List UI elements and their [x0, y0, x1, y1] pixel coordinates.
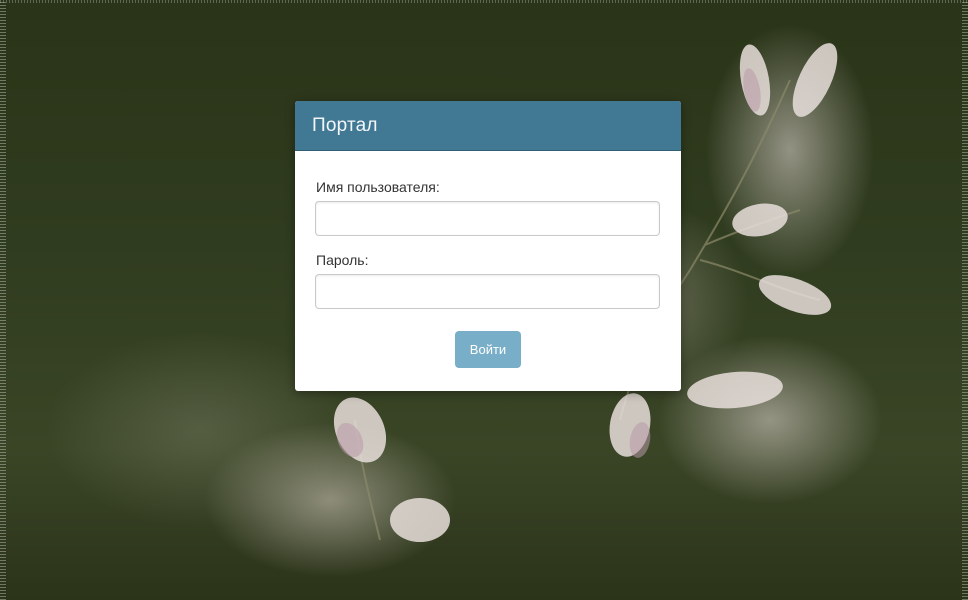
login-header: Портал — [295, 101, 681, 151]
username-group: Имя пользователя: — [315, 179, 661, 236]
login-button[interactable]: Войти — [455, 331, 521, 368]
right-border-pattern — [962, 0, 968, 600]
login-title: Портал — [312, 114, 378, 136]
top-border-pattern — [0, 0, 968, 3]
password-input[interactable] — [315, 274, 660, 309]
login-form: Имя пользователя: Пароль: Войти — [295, 151, 681, 368]
username-label: Имя пользователя: — [316, 179, 440, 195]
password-label: Пароль: — [316, 252, 369, 268]
form-actions: Войти — [315, 331, 661, 368]
login-dialog: Портал Имя пользователя: Пароль: Войти — [295, 101, 681, 391]
password-group: Пароль: — [315, 252, 661, 309]
left-border-pattern — [0, 0, 6, 600]
username-input[interactable] — [315, 201, 660, 236]
